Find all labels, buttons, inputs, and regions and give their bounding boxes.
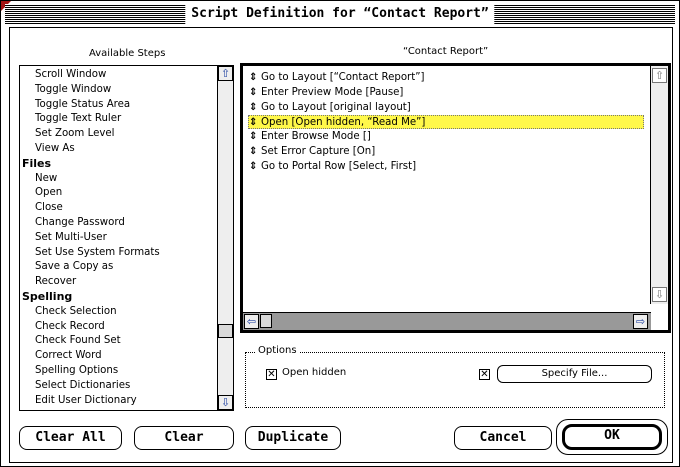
available-step-item[interactable]: Check Found Set bbox=[35, 335, 121, 347]
available-step-item[interactable]: Edit User Dictionary bbox=[35, 395, 137, 407]
script-step[interactable]: ⇕ Enter Browse Mode [] bbox=[249, 130, 371, 144]
script-definition-window: Script Definition for “Contact Report” A… bbox=[0, 0, 680, 467]
available-step-item[interactable]: Correct Word bbox=[35, 350, 102, 362]
options-group: Options ✕ Open hidden ✕ Specify File... bbox=[245, 345, 665, 408]
move-handle-icon[interactable]: ⇕ bbox=[249, 101, 261, 115]
available-step-item[interactable]: Close bbox=[35, 202, 63, 214]
available-step-item[interactable]: Open bbox=[35, 187, 62, 199]
scroll-down-arrow-icon[interactable]: ⇩ bbox=[218, 395, 233, 410]
move-handle-icon[interactable]: ⇕ bbox=[249, 145, 261, 159]
script-step-label: Go to Layout [“Contact Report”] bbox=[261, 72, 425, 83]
available-step-item[interactable]: View As bbox=[35, 143, 75, 155]
scroll-thumb[interactable] bbox=[218, 324, 233, 338]
available-step-item[interactable]: Toggle Text Ruler bbox=[35, 113, 121, 125]
cancel-button[interactable]: Cancel bbox=[454, 426, 552, 450]
script-vertical-scrollbar[interactable]: ⇧ ⇩ bbox=[650, 66, 668, 304]
open-hidden-label: Open hidden bbox=[282, 367, 347, 378]
available-step-item[interactable]: New bbox=[35, 173, 57, 185]
available-step-item[interactable]: Set Multi-User bbox=[35, 232, 107, 244]
script-step-label: Set Error Capture [On] bbox=[261, 146, 376, 157]
specify-file-checkbox[interactable]: ✕ bbox=[479, 369, 490, 380]
open-hidden-checkbox[interactable]: ✕ bbox=[266, 369, 277, 380]
horizontal-scroll-thumb[interactable] bbox=[260, 314, 272, 328]
ok-button[interactable]: OK bbox=[562, 424, 662, 450]
scroll-right-arrow-icon[interactable]: ⇨ bbox=[633, 314, 648, 329]
available-step-item[interactable]: Change Password bbox=[35, 217, 125, 229]
available-step-item[interactable]: Toggle Status Area bbox=[35, 99, 130, 111]
duplicate-button[interactable]: Duplicate bbox=[245, 426, 341, 450]
step-category-header: Files bbox=[22, 156, 52, 170]
script-step-selected[interactable]: ⇕ Open [Open hidden, “Read Me”] bbox=[248, 115, 644, 130]
specify-file-button[interactable]: Specify File... bbox=[497, 365, 652, 383]
script-step-label: Enter Preview Mode [Pause] bbox=[261, 86, 404, 98]
available-step-item[interactable]: Set Zoom Level bbox=[35, 128, 114, 140]
scroll-up-arrow-icon[interactable]: ⇧ bbox=[218, 66, 233, 81]
script-name-header: “Contact Report” bbox=[403, 46, 489, 57]
available-step-item[interactable]: Toggle Window bbox=[35, 84, 111, 96]
script-step[interactable]: ⇕ Enter Preview Mode [Pause] bbox=[249, 86, 403, 100]
available-step-item[interactable]: Save a Copy as bbox=[35, 261, 113, 273]
script-steps-list[interactable]: ⇕ Go to Layout [“Contact Report”] ⇕ Enter P… bbox=[245, 68, 654, 302]
move-handle-icon[interactable]: ⇕ bbox=[249, 130, 261, 144]
script-step[interactable]: ⇕ Set Error Capture [On] bbox=[249, 145, 375, 159]
move-handle-icon[interactable]: ⇕ bbox=[249, 86, 261, 100]
title-bar[interactable]: Script Definition for “Contact Report” bbox=[5, 4, 675, 24]
move-handle-icon[interactable]: ⇕ bbox=[249, 160, 261, 174]
scroll-left-arrow-icon[interactable]: ⇦ bbox=[244, 314, 259, 329]
available-steps-list[interactable]: Scroll Window Toggle Window Toggle Status … bbox=[19, 65, 234, 411]
available-steps-header: Available Steps bbox=[89, 48, 166, 59]
available-step-item[interactable]: Set Use System Formats bbox=[35, 247, 160, 259]
script-step-label: Enter Browse Mode [] bbox=[261, 131, 371, 143]
available-step-item[interactable]: Scroll Window bbox=[35, 69, 106, 81]
script-step[interactable]: ⇕ Go to Layout [original layout] bbox=[249, 101, 411, 115]
clear-button[interactable]: Clear bbox=[134, 426, 234, 450]
steps-vertical-scrollbar[interactable]: ⇧ ⇩ bbox=[217, 66, 233, 410]
script-step-label: Go to Portal Row [Select, First] bbox=[261, 160, 417, 172]
move-handle-icon[interactable]: ⇕ bbox=[249, 116, 261, 130]
script-step[interactable]: ⇕ Go to Layout [“Contact Report”] bbox=[249, 71, 425, 85]
scroll-up-arrow-icon[interactable]: ⇧ bbox=[652, 68, 667, 83]
options-label: Options bbox=[256, 345, 299, 356]
available-step-item[interactable]: Check Selection bbox=[35, 306, 117, 318]
available-step-item[interactable]: Select Dictionaries bbox=[35, 380, 130, 392]
script-step[interactable]: ⇕ Go to Portal Row [Select, First] bbox=[249, 160, 416, 174]
available-step-item[interactable]: Check Record bbox=[35, 321, 105, 333]
step-category-header: Spelling bbox=[22, 290, 73, 303]
window-title: Script Definition for “Contact Report” bbox=[185, 4, 495, 24]
script-horizontal-scrollbar[interactable]: ⇦ ⇨ bbox=[243, 312, 651, 330]
move-handle-icon[interactable]: ⇕ bbox=[249, 71, 261, 85]
script-step-label: Go to Layout [original layout] bbox=[261, 101, 411, 113]
scroll-down-arrow-icon[interactable]: ⇩ bbox=[652, 287, 667, 302]
available-step-item[interactable]: Spelling Options bbox=[35, 365, 118, 377]
script-steps-frame: ⇕ Go to Layout [“Contact Report”] ⇕ Enter P… bbox=[240, 63, 671, 333]
script-step-label: Open [Open hidden, “Read Me”] bbox=[261, 117, 426, 129]
available-step-item[interactable]: Recover bbox=[35, 276, 76, 288]
clear-all-button[interactable]: Clear All bbox=[19, 426, 122, 450]
